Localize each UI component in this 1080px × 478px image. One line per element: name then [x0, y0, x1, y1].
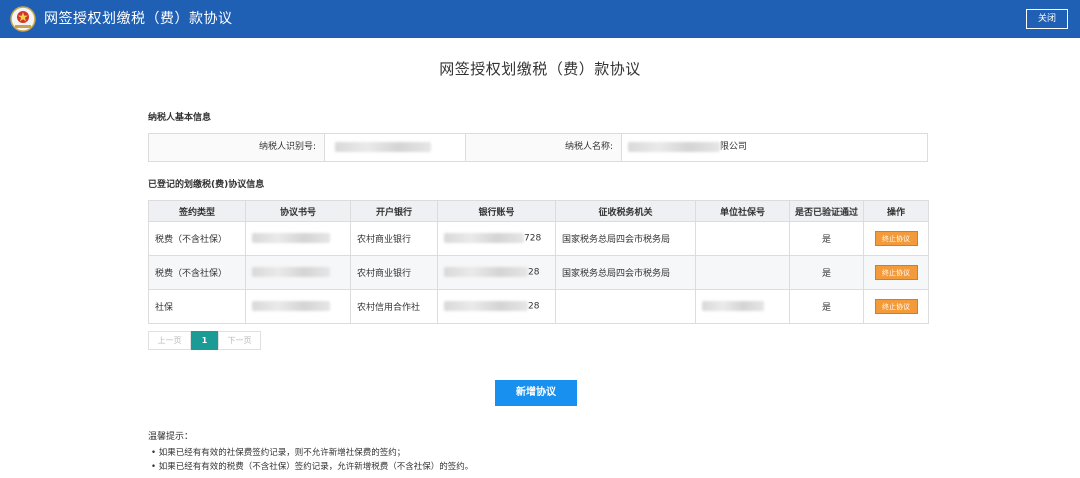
action-cell: 终止协议 [863, 289, 929, 324]
agreement-number-cell [245, 289, 351, 324]
social-security-no-cell [695, 255, 790, 290]
redacted-value [702, 301, 764, 312]
add-agreement-button[interactable]: 新增协议 [495, 380, 577, 406]
redacted-value [335, 141, 431, 152]
column-header: 是否已验证通过 [789, 200, 864, 222]
agreements-table: 签约类型 协议书号 开户银行 银行账号 征收税务机关 单位社保号 是否已验证通过… [148, 200, 929, 324]
tips-title: 温馨提示： [148, 432, 194, 442]
terminate-agreement-button[interactable]: 终止协议 [874, 265, 918, 280]
verified-cell: 是 [789, 289, 864, 324]
table-row: 税费（不含社保） 农村商业银行 728 国家税务总局四会市税务局 是 终止协议 [148, 221, 929, 256]
tip-item: • 如果已经有有效的税费（不含社保）签约记录，允许新增税费（不含社保）的签约。 [151, 462, 474, 472]
verified-cell: 是 [789, 255, 864, 290]
agreement-number-cell [245, 255, 351, 290]
close-button[interactable]: 关闭 [1026, 9, 1068, 29]
bank-cell: 农村信用合作社 [350, 289, 438, 324]
column-header: 协议书号 [245, 200, 351, 222]
column-header: 银行账号 [437, 200, 556, 222]
bank-cell: 农村商业银行 [350, 255, 438, 290]
account-cell: 728 [437, 221, 556, 256]
taxpayer-name-value: 限公司 [621, 134, 927, 161]
redacted-value [628, 141, 720, 152]
redacted-value [252, 301, 330, 312]
account-suffix: 28 [528, 267, 540, 278]
redacted-value [252, 267, 330, 278]
column-header: 签约类型 [148, 200, 246, 222]
redacted-value [444, 233, 524, 244]
social-security-no-cell [695, 221, 790, 256]
sign-type-cell: 税费（不含社保） [148, 255, 246, 290]
authority-cell [555, 289, 696, 324]
redacted-value [444, 301, 528, 312]
social-security-no-cell [695, 289, 790, 324]
table-header-row: 签约类型 协议书号 开户银行 银行账号 征收税务机关 单位社保号 是否已验证通过… [148, 200, 929, 222]
taxpayer-name-label: 纳税人名称: [564, 142, 613, 152]
account-suffix: 28 [528, 301, 540, 312]
account-suffix: 728 [524, 233, 542, 244]
account-cell: 28 [437, 289, 556, 324]
tax-emblem-icon [10, 6, 36, 32]
top-bar: 网签授权划缴税（费）款协议 关闭 [0, 0, 1080, 38]
authority-cell: 国家税务总局四会市税务局 [555, 221, 696, 256]
column-header: 单位社保号 [695, 200, 790, 222]
taxpayer-section-title: 纳税人基本信息 [148, 113, 212, 123]
terminate-agreement-button[interactable]: 终止协议 [874, 231, 918, 246]
verified-cell: 是 [789, 221, 864, 256]
terminate-agreement-button[interactable]: 终止协议 [874, 299, 918, 314]
prev-page-button[interactable]: 上一页 [148, 331, 191, 350]
redacted-value [444, 267, 528, 278]
column-header: 开户银行 [350, 200, 438, 222]
taxpayer-info-table: 纳税人识别号: 纳税人名称: 限公司 [148, 133, 928, 162]
sign-type-cell: 税费（不含社保） [148, 221, 246, 256]
agreements-section-title: 已登记的划缴税(费)协议信息 [148, 180, 265, 190]
authority-cell: 国家税务总局四会市税务局 [555, 255, 696, 290]
account-cell: 28 [437, 255, 556, 290]
action-cell: 终止协议 [863, 255, 929, 290]
action-cell: 终止协议 [863, 221, 929, 256]
taxpayer-name-suffix: 限公司 [720, 142, 748, 152]
column-header: 征收税务机关 [555, 200, 696, 222]
redacted-value [252, 233, 330, 244]
pagination: 上一页 1 下一页 [148, 331, 261, 350]
taxpayer-id-label: 纳税人识别号: [258, 142, 316, 152]
table-row: 税费（不含社保） 农村商业银行 28 国家税务总局四会市税务局 是 终止协议 [148, 255, 929, 290]
agreement-number-cell [245, 221, 351, 256]
bank-cell: 农村商业银行 [350, 221, 438, 256]
table-row: 社保 农村信用合作社 28 是 终止协议 [148, 289, 929, 324]
tip-item: • 如果已经有有效的社保费签约记录，则不允许新增社保费的签约； [151, 448, 406, 458]
taxpayer-id-value [324, 134, 466, 161]
page-title: 网签授权划缴税（费）款协议 [439, 60, 641, 78]
app-title: 网签授权划缴税（费）款协议 [44, 11, 233, 27]
sign-type-cell: 社保 [148, 289, 246, 324]
column-header: 操作 [863, 200, 929, 222]
current-page-button[interactable]: 1 [191, 331, 218, 350]
next-page-button[interactable]: 下一页 [218, 331, 261, 350]
